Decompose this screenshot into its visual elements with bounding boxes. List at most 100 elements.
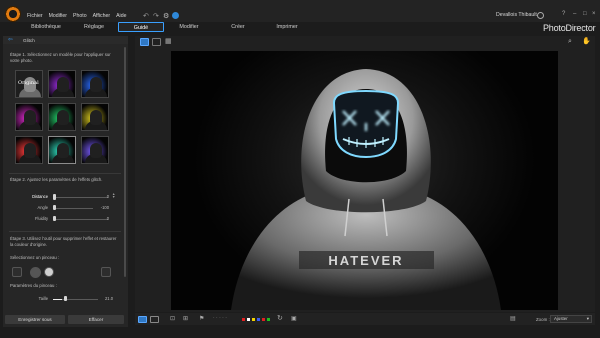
fluidity-value[interactable]: 0 xyxy=(97,216,109,221)
maximize-button[interactable]: □ xyxy=(583,11,587,17)
brush-select-label: Sélectionnez un pinceau : xyxy=(10,255,60,260)
color-label-swatch[interactable] xyxy=(257,318,260,321)
tab-bibliotheque[interactable]: Bibliothèque xyxy=(27,22,65,32)
brand-name: PhotoDirector xyxy=(543,23,596,33)
tab-creer[interactable]: Créer xyxy=(226,22,250,32)
thumbnail-original-label: Original xyxy=(18,80,39,86)
help-button[interactable]: ? xyxy=(562,11,565,17)
menu-aide[interactable]: Aide xyxy=(116,13,126,19)
color-label-swatch[interactable] xyxy=(267,318,270,321)
rating-dots-icon[interactable]: · · · · · xyxy=(213,316,237,323)
template-thumbnail[interactable] xyxy=(81,70,109,98)
view-single-button[interactable] xyxy=(138,316,147,323)
fluidity-label: Fluidity xyxy=(35,216,48,221)
angle-label: Angle xyxy=(37,205,48,210)
thumbnail-figure-head xyxy=(90,143,102,158)
tab-modifier[interactable]: Modifier xyxy=(174,22,204,32)
size-label: Taille xyxy=(38,296,48,301)
ruler-icon[interactable]: ⊞ xyxy=(183,316,192,323)
zoom-select[interactable]: Ajuster ▾ xyxy=(550,315,592,323)
back-arrow-icon[interactable]: ⇦ xyxy=(8,37,13,43)
rotate-icon[interactable]: ↻ xyxy=(277,315,286,323)
display-mode-icon[interactable]: ▤ xyxy=(510,316,519,323)
color-label-swatch[interactable] xyxy=(252,318,255,321)
user-name: Devallois Thibault xyxy=(496,12,537,18)
hooded-figure-image: HATEVER xyxy=(231,69,501,310)
brush-params-label: Paramètres du pinceau : xyxy=(10,283,57,288)
template-thumbnail[interactable] xyxy=(48,136,76,164)
flag-icon[interactable]: ⚑ xyxy=(199,316,208,323)
template-thumbnail[interactable] xyxy=(81,136,109,164)
minimize-button[interactable]: – xyxy=(573,11,576,17)
view-compare-icon[interactable] xyxy=(152,38,161,46)
distance-label: Distance xyxy=(32,194,48,199)
color-label-swatch[interactable] xyxy=(242,318,245,321)
undo-icon[interactable]: ↶ xyxy=(143,12,149,20)
redo-icon[interactable]: ↷ xyxy=(153,12,159,20)
template-thumbnail[interactable] xyxy=(15,103,43,131)
divider xyxy=(9,173,121,174)
title-bar: Fichier Modifier Photo Afficher Aide ↶ ↷… xyxy=(0,0,600,22)
size-value[interactable]: 21.0 xyxy=(101,296,113,301)
menu-fichier[interactable]: Fichier xyxy=(27,13,43,19)
brush-erase-icon[interactable] xyxy=(44,267,54,277)
profile-icon[interactable] xyxy=(537,12,544,19)
angle-slider-knob[interactable] xyxy=(53,205,56,210)
distance-stepper-icon[interactable]: ▲ ▼ xyxy=(112,192,115,199)
swap-brush-icon[interactable] xyxy=(101,267,111,277)
fluidity-slider-knob[interactable] xyxy=(53,216,56,221)
clear-button[interactable]: Effacer xyxy=(68,315,124,324)
thumbnail-figure-head xyxy=(57,77,69,92)
step1-text: Étape 1. Sélectionnez un modèle pour l'a… xyxy=(10,52,111,63)
thumbnail-figure-head xyxy=(24,143,36,158)
hand-pan-icon[interactable]: ✋ xyxy=(582,38,591,46)
magnifier-icon[interactable]: ⌕ xyxy=(568,38,577,46)
glitch-panel: ⇦ Glitch Étape 1. Sélectionnez un modèle… xyxy=(3,36,128,327)
crop-icon[interactable]: ⊡ xyxy=(170,316,179,323)
template-thumbnail[interactable] xyxy=(48,70,76,98)
tab-imprimer[interactable]: Imprimer xyxy=(272,22,302,32)
color-label-swatch[interactable] xyxy=(247,318,250,321)
shirt-text: HATEVER xyxy=(328,253,403,268)
menu-afficher[interactable]: Afficher xyxy=(93,13,111,19)
chevron-down-icon: ▾ xyxy=(586,316,589,321)
panel-title: Glitch xyxy=(23,38,35,43)
menu-bar: Fichier Modifier Photo Afficher Aide xyxy=(27,13,132,19)
save-as-button[interactable]: Enregistrer sous xyxy=(5,315,65,324)
angle-slider[interactable] xyxy=(53,208,93,209)
thumbnail-figure-head xyxy=(90,77,102,92)
angle-value[interactable]: -100 xyxy=(97,205,109,210)
size-slider-knob[interactable] xyxy=(64,296,67,301)
thumbnail-figure-head xyxy=(57,110,69,125)
step2-text: Étape 2. Ajustez les paramètres de l'eff… xyxy=(10,177,103,182)
panel-header: ⇦ Glitch xyxy=(3,36,128,44)
photo-canvas[interactable]: HATEVER xyxy=(171,51,558,310)
thumbnail-figure-head xyxy=(90,110,102,125)
app-logo-icon xyxy=(5,6,21,22)
distance-slider-knob[interactable] xyxy=(53,194,56,200)
tab-reglage[interactable]: Réglage xyxy=(78,22,110,32)
template-thumbnail[interactable] xyxy=(48,103,76,131)
grid-view-icon[interactable]: ▦ xyxy=(165,38,174,46)
settings-gear-icon[interactable]: ⚙ xyxy=(163,12,169,20)
divider xyxy=(9,231,121,232)
delete-icon[interactable]: ▣ xyxy=(291,316,300,323)
step3-text: Étape 3. Utilisez l'outil pour supprimer… xyxy=(10,236,117,247)
panel-scrollbar[interactable] xyxy=(124,47,126,277)
account-icon[interactable] xyxy=(172,12,179,19)
close-button[interactable]: × xyxy=(592,11,596,17)
template-thumbnail[interactable]: Original xyxy=(15,70,43,98)
template-thumbnail[interactable] xyxy=(15,136,43,164)
view-split-button[interactable] xyxy=(150,316,159,323)
view-single-icon[interactable] xyxy=(140,38,149,46)
menu-photo[interactable]: Photo xyxy=(73,13,87,19)
thumbnail-figure-head xyxy=(57,143,69,158)
distance-value[interactable]: 0 xyxy=(97,194,109,199)
zoom-label: Zoom : xyxy=(536,317,550,322)
brush-soft-icon[interactable] xyxy=(30,267,41,278)
template-thumbnail[interactable] xyxy=(81,103,109,131)
tab-guide[interactable]: Guidé xyxy=(118,22,164,32)
color-label-swatch[interactable] xyxy=(262,318,265,321)
brush-restore-icon[interactable] xyxy=(12,267,22,277)
menu-modifier[interactable]: Modifier xyxy=(49,13,67,19)
